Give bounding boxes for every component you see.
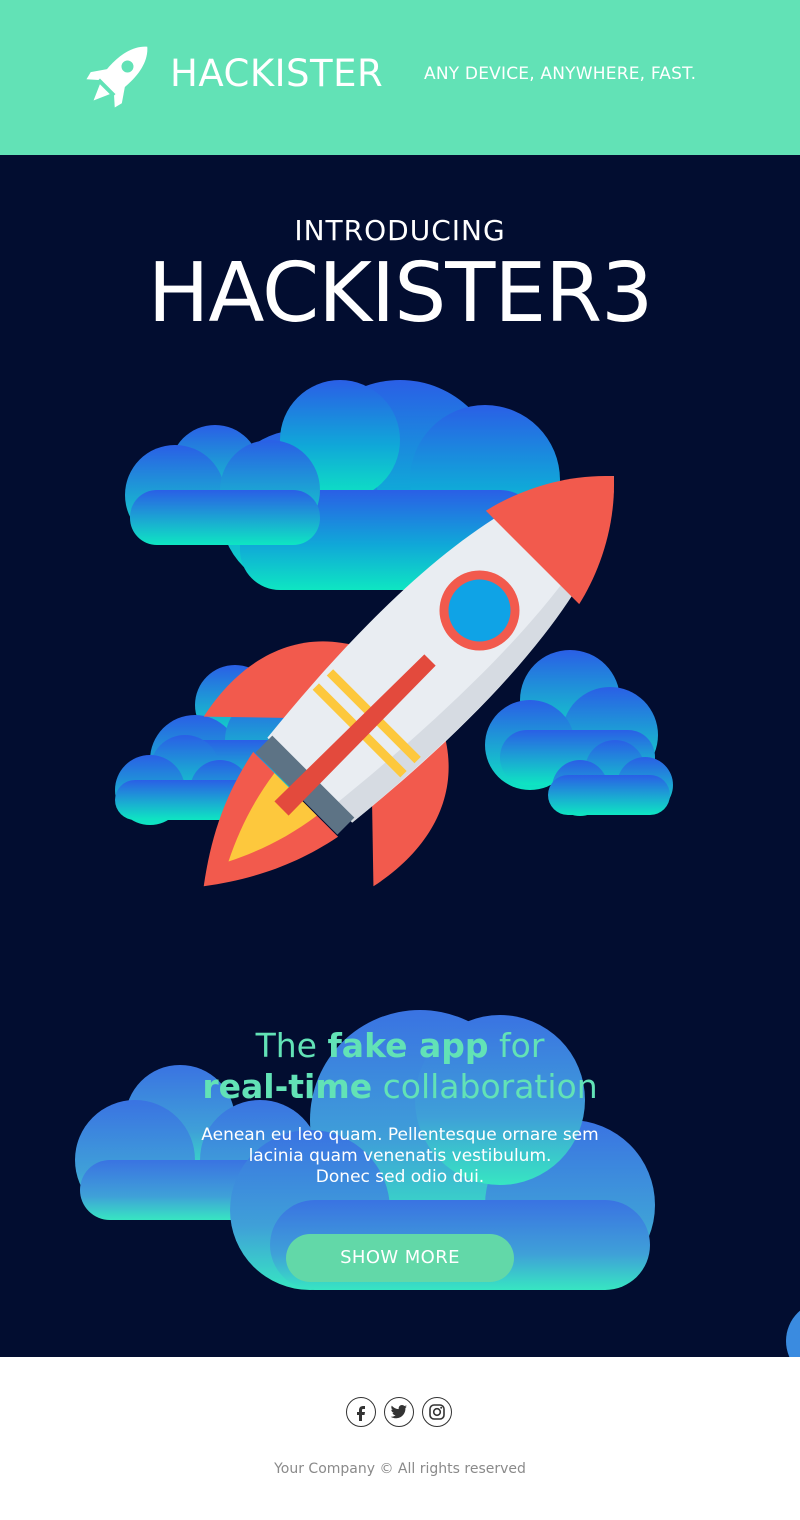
cta-body-line-2: lacinia quam venenatis vestibulum.	[248, 1146, 552, 1166]
tagline: ANY DEVICE, ANYWHERE, FAST.	[424, 64, 697, 84]
cta-body-line-1: Aenean eu leo quam. Pellentesque ornare …	[201, 1125, 599, 1145]
hero-kicker: INTRODUCING	[294, 214, 506, 247]
instagram-icon[interactable]	[422, 1397, 452, 1427]
cta-headline-line-1: The fake app for	[255, 1026, 545, 1065]
show-more-button[interactable]: SHOW MORE	[286, 1234, 514, 1282]
cta-body-line-3: Donec sed odio dui.	[315, 1167, 485, 1187]
facebook-icon[interactable]	[346, 1397, 376, 1427]
copyright-text: Your Company © All rights reserved	[274, 1461, 526, 1477]
rocket-icon	[86, 46, 148, 108]
brand-name: HACKISTER	[170, 52, 384, 95]
twitter-icon[interactable]	[384, 1397, 414, 1427]
cta-headline: The fake app for real-time collaboration	[0, 1025, 800, 1107]
cta-headline-line-2: real-time collaboration	[202, 1067, 598, 1106]
product-title: HACKISTER3	[147, 246, 654, 341]
cta-body: Aenean eu leo quam. Pellentesque ornare …	[150, 1125, 650, 1188]
rocket-launch-illustration	[115, 380, 673, 887]
header: HACKISTER ANY DEVICE, ANYWHERE, FAST.	[0, 0, 800, 155]
footer: Your Company © All rights reserved	[0, 1357, 800, 1520]
